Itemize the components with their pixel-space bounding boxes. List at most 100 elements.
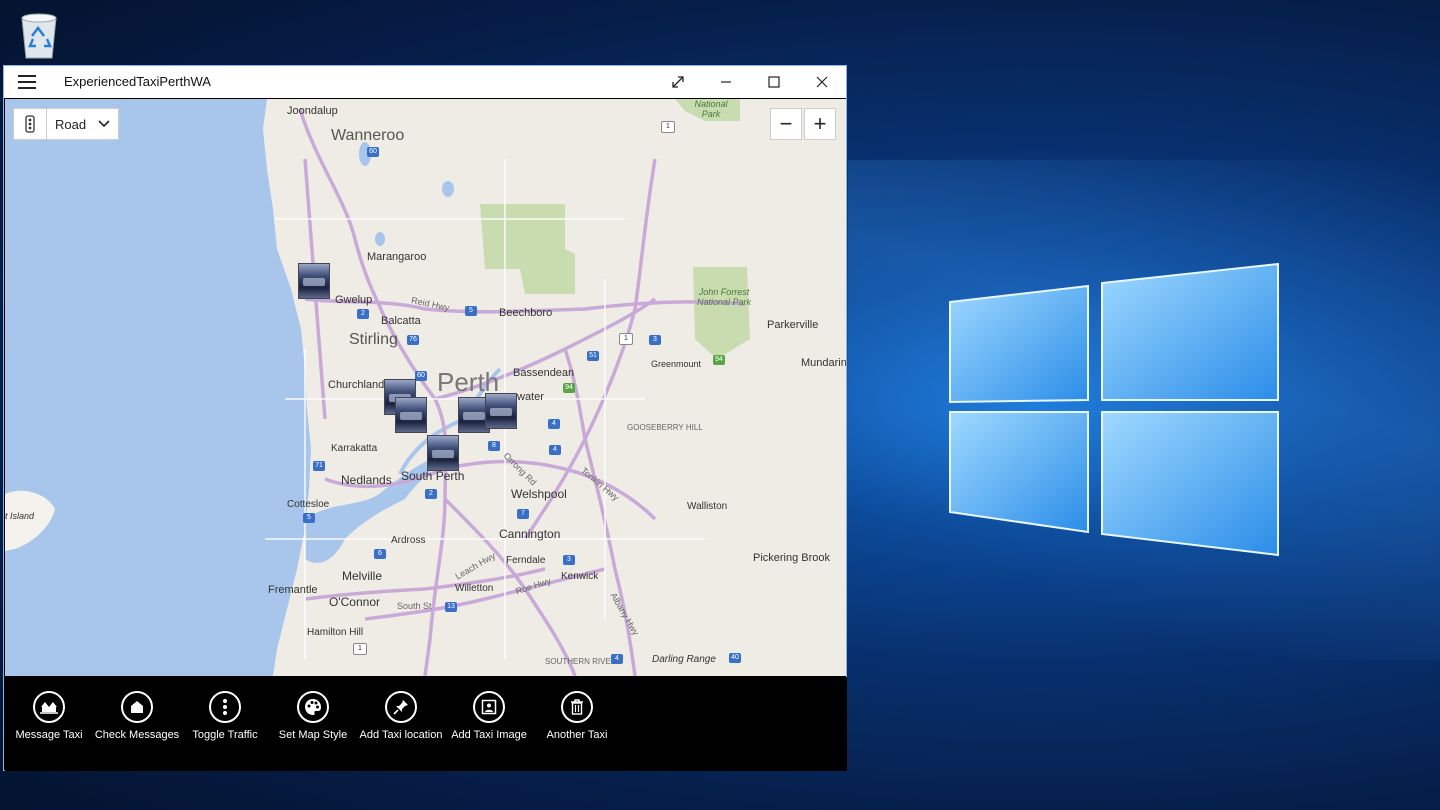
toggle-traffic-label: Toggle Traffic — [192, 729, 258, 741]
add-taxi-location-button[interactable]: Add Taxi location — [357, 691, 445, 741]
message-taxi-button[interactable]: Message Taxi — [5, 691, 93, 741]
road-shield: 4 — [549, 445, 561, 455]
map-label-churchlands: Churchlands — [328, 379, 390, 391]
traffic-light-icon — [25, 115, 35, 133]
fullscreen-button[interactable] — [654, 66, 702, 98]
another-taxi-button[interactable]: Another Taxi — [533, 691, 621, 741]
map-label-nedlands: Nedlands — [341, 473, 392, 487]
map-label-pickering-brook: Pickering Brook — [753, 552, 831, 564]
add-taxi-image-label: Add Taxi Image — [451, 729, 527, 741]
road-shield: 13 — [445, 602, 457, 612]
minimize-icon — [721, 81, 731, 83]
map-label-marangaroo: Marangaroo — [367, 251, 427, 263]
map-label-walliston: Walliston — [687, 501, 728, 512]
title-bar: ExperiencedTaxiPerthWA — [4, 66, 846, 98]
map-label-ardross: Ardross — [391, 535, 426, 546]
pin-icon — [393, 700, 408, 715]
road-shield: 60 — [415, 371, 427, 381]
another-taxi-label: Another Taxi — [546, 729, 608, 741]
traffic-toggle-button[interactable] — [14, 109, 47, 139]
expand-icon — [672, 76, 684, 88]
map-canvas — [5, 99, 750, 676]
toggle-traffic-icon — [223, 699, 227, 715]
road-shield: 5 — [303, 513, 315, 523]
map-label-cannington: Cannington — [499, 527, 561, 541]
map-label-fremantle: Fremantle — [268, 584, 318, 596]
map-style-control: Road — [13, 108, 119, 140]
road-shield: 2 — [425, 489, 437, 499]
app-title: ExperiencedTaxiPerthWA — [64, 74, 211, 89]
taxi-marker[interactable] — [395, 397, 427, 433]
map-label-southern-river: SOUTHERN RIVER — [545, 657, 617, 666]
road-shield: 40 — [729, 653, 741, 663]
minimize-button[interactable] — [702, 66, 750, 98]
map-label-stirling: Stirling — [349, 331, 398, 348]
windows-logo — [949, 262, 1279, 557]
chevron-down-icon — [98, 120, 110, 128]
taxi-marker[interactable] — [298, 263, 330, 299]
message-taxi-label: Message Taxi — [15, 729, 83, 741]
map-label-willetton: Willetton — [455, 583, 494, 594]
map-label-gwelup: Gwelup — [335, 294, 373, 306]
palette-icon — [305, 699, 321, 715]
map-label-welshpool: Welshpool — [511, 487, 567, 501]
app-window: ExperiencedTaxiPerthWA Joondalup Wannero… — [3, 65, 847, 771]
add-taxi-image-button[interactable]: Add Taxi Image — [445, 691, 533, 741]
road-shield: 5 — [465, 306, 477, 316]
maximize-icon — [768, 76, 780, 88]
map-label-wanneroo: Wanneroo — [331, 127, 405, 144]
map-label-greenmount: Greenmount — [651, 359, 702, 369]
toggle-traffic-button[interactable]: Toggle Traffic — [181, 691, 269, 741]
road-shield: 3 — [649, 335, 661, 345]
map-label-karrakatta: Karrakatta — [331, 443, 378, 454]
road-shield: 51 — [587, 351, 599, 361]
hamburger-menu-icon[interactable] — [18, 75, 36, 89]
map-style-selected: Road — [55, 116, 87, 132]
road-shield: 71 — [313, 461, 325, 471]
road-shield: 76 — [407, 335, 419, 345]
map-label-bayswater: water — [517, 391, 544, 403]
check-messages-label: Check Messages — [94, 729, 180, 741]
road-shield: 1 — [661, 121, 675, 133]
road-shield: 2 — [357, 309, 369, 319]
set-map-style-button[interactable]: Set Map Style — [269, 691, 357, 741]
image-icon — [481, 699, 497, 715]
map-label-kenwick: Kenwick — [561, 571, 599, 582]
command-bar: Message Taxi Check Messages Toggle Traff… — [5, 677, 847, 771]
map-label-melville: Melville — [342, 569, 383, 583]
map-label-balcatta: Balcatta — [381, 315, 421, 327]
zoom-out-button[interactable]: − — [770, 108, 802, 140]
map-label-hamilton-hill: Hamilton Hill — [307, 627, 364, 638]
map-label-joondalup: Joondalup — [287, 105, 338, 117]
zoom-in-button[interactable]: + — [804, 108, 836, 140]
road-shield: 3 — [563, 555, 575, 565]
taxi-marker[interactable] — [485, 393, 517, 429]
taxi-marker[interactable] — [427, 435, 459, 471]
map-label-gooseberry-hill: GOOSEBERRY HILL — [627, 423, 703, 432]
road-shield: 7 — [517, 509, 529, 519]
add-taxi-location-label: Add Taxi location — [359, 729, 443, 741]
close-icon — [816, 76, 828, 88]
trash-icon — [571, 699, 583, 715]
map-label-national-park: National Park — [694, 99, 728, 119]
road-shield: 94 — [563, 383, 575, 393]
map-label-john-forrest-park: John Forrest National Park — [696, 287, 752, 307]
message-taxi-icon — [40, 702, 58, 714]
map-view[interactable]: Joondalup Wanneroo Marangaroo Gwelup Bal… — [5, 99, 846, 676]
close-button[interactable] — [798, 66, 846, 98]
map-label-bassendean: Bassendean — [513, 367, 575, 379]
road-shield: 6 — [374, 549, 386, 559]
map-label-darling-range: Darling Range — [652, 654, 716, 665]
road-shield: 4 — [548, 419, 560, 429]
map-style-dropdown[interactable]: Road — [47, 117, 118, 132]
road-shield: 8 — [488, 441, 500, 451]
road-shield: 94 — [713, 355, 725, 365]
map-label-beechboro: Beechboro — [499, 307, 553, 319]
maximize-button[interactable] — [750, 66, 798, 98]
recycle-bin-icon[interactable] — [14, 8, 64, 60]
map-label-mundaring: Mundarin — [801, 357, 846, 369]
map-label-south-st: South St — [397, 601, 432, 611]
road-shield: 1 — [619, 333, 633, 345]
map-label-parkerville: Parkerville — [767, 319, 819, 331]
check-messages-button[interactable]: Check Messages — [93, 691, 181, 741]
